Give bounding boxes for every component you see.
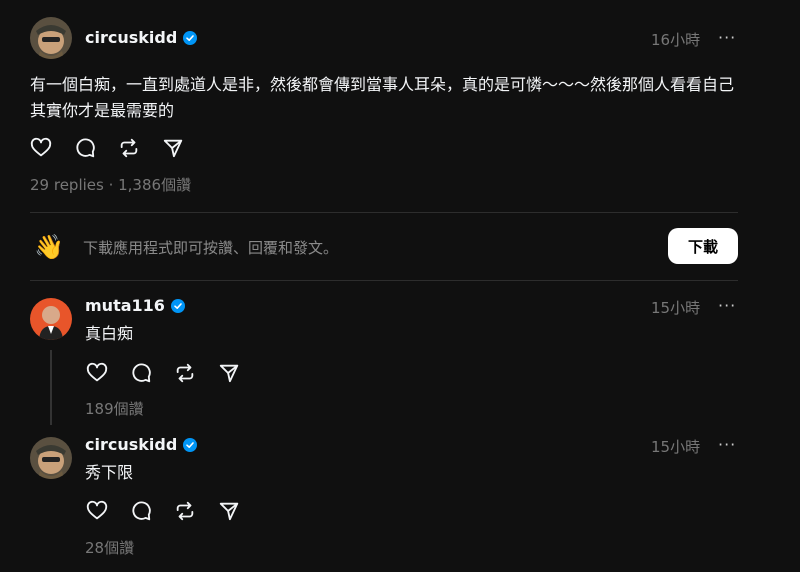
avatar[interactable] <box>30 298 72 340</box>
repost-icon[interactable] <box>118 137 140 159</box>
reply-text: 秀下限 <box>85 463 134 482</box>
divider <box>30 280 738 281</box>
reply-stats[interactable]: 189個讚 <box>85 398 144 419</box>
reply-time[interactable]: 15小時 <box>651 297 700 318</box>
verified-icon <box>183 30 198 45</box>
divider <box>30 212 738 213</box>
heart-icon[interactable] <box>30 137 52 159</box>
comment-icon[interactable] <box>130 500 152 522</box>
heart-icon[interactable] <box>86 362 108 384</box>
post-stats[interactable]: 29 replies · 1,386個讚 <box>30 174 191 195</box>
reply-header: circuskidd <box>85 435 198 454</box>
verified-icon <box>170 298 185 313</box>
share-icon[interactable] <box>218 362 240 384</box>
comment-icon[interactable] <box>74 137 96 159</box>
username[interactable]: circuskidd <box>85 435 177 454</box>
share-icon[interactable] <box>162 137 184 159</box>
repost-icon[interactable] <box>174 362 196 384</box>
reply-actions <box>86 362 240 384</box>
username[interactable]: circuskidd <box>85 28 177 47</box>
reply-header: muta116 <box>85 296 185 315</box>
post-time[interactable]: 16小時 <box>651 29 700 50</box>
more-icon[interactable]: ··· <box>718 435 736 454</box>
avatar[interactable] <box>30 437 72 479</box>
wave-icon: 👋 <box>34 233 64 261</box>
post-actions <box>30 137 184 159</box>
reply-time[interactable]: 15小時 <box>651 436 700 457</box>
more-icon[interactable]: ··· <box>718 28 736 47</box>
post-text: 有一個白痴，一直到處道人是非，然後都會傳到當事人耳朵，真的是可憐～～～然後那個人… <box>30 75 735 120</box>
heart-icon[interactable] <box>86 500 108 522</box>
share-icon[interactable] <box>218 500 240 522</box>
reply-actions <box>86 500 240 522</box>
more-icon[interactable]: ··· <box>718 296 736 315</box>
avatar[interactable] <box>30 17 72 59</box>
promo-text: 下載應用程式即可按讚、回覆和發文。 <box>83 239 339 257</box>
username[interactable]: muta116 <box>85 296 165 315</box>
thread-line <box>50 350 52 425</box>
verified-icon <box>183 437 198 452</box>
reply-text: 真白痴 <box>85 324 134 343</box>
comment-icon[interactable] <box>130 362 152 384</box>
download-button[interactable]: 下載 <box>668 228 738 264</box>
reply-stats[interactable]: 28個讚 <box>85 537 134 558</box>
repost-icon[interactable] <box>174 500 196 522</box>
post-header: circuskidd <box>85 28 198 47</box>
